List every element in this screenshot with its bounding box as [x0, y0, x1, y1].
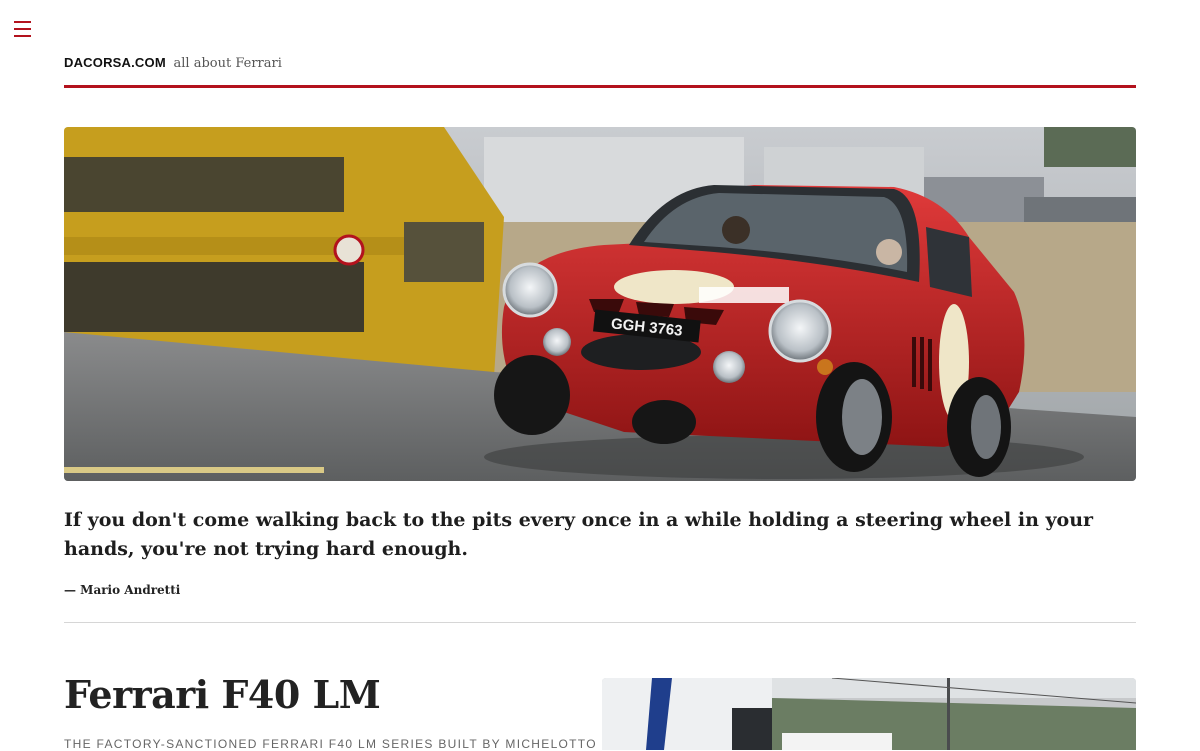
article-subtitle: THE FACTORY-SANCTIONED FERRARI F40 LM SE… — [64, 737, 597, 751]
section-divider — [64, 622, 1136, 623]
hamburger-icon-line — [14, 35, 31, 37]
hamburger-icon-line — [14, 28, 31, 30]
article-title-link[interactable]: Ferrari F40 LM — [64, 672, 381, 717]
menu-button[interactable] — [14, 20, 34, 38]
quote-author: — Mario Andretti — [64, 583, 181, 597]
site-name-link[interactable]: DACORSA.COM — [64, 55, 166, 70]
hamburger-icon — [14, 21, 31, 23]
article-thumbnail[interactable] — [602, 678, 1136, 750]
site-brand: DACORSA.COM all about Ferrari — [64, 55, 282, 71]
site-tagline: all about Ferrari — [173, 56, 282, 71]
hero-image: GGH 3763 — [64, 127, 1136, 481]
header-divider — [64, 85, 1136, 88]
featured-quote: If you don't come walking back to the pi… — [64, 509, 1094, 560]
